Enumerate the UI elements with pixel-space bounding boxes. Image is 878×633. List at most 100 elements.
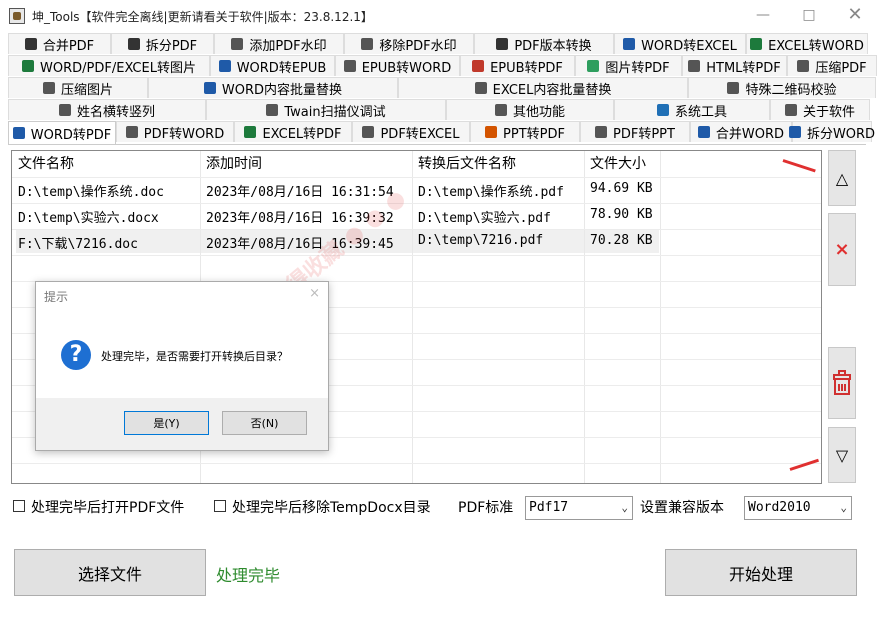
tab-row5-3[interactable]: PDF转EXCEL [352, 121, 470, 142]
tab-label: 拆分WORD [806, 126, 876, 142]
close-icon[interactable]: ✕ [832, 0, 878, 30]
tab-row3-2[interactable]: EXCEL内容批量替换 [398, 77, 688, 98]
tab-row4-3[interactable]: 系统工具 [614, 99, 770, 120]
column-header-output[interactable]: 转换后文件名称 [418, 153, 516, 173]
start-process-button[interactable]: 开始处理 [665, 549, 857, 596]
tab-row5-2[interactable]: EXCEL转PDF [234, 121, 352, 142]
tab-row2-4[interactable]: 图片转PDF [575, 55, 682, 76]
tab-row2-6[interactable]: 压缩PDF [787, 55, 877, 76]
tab-row2-0[interactable]: WORD/PDF/EXCEL转图片 [8, 55, 210, 76]
column-header-filename[interactable]: 文件名称 [18, 153, 74, 173]
tab-row3-3[interactable]: 特殊二维码校验 [688, 77, 876, 98]
table-cell-time[interactable]: 2023年/08月/16日 16:39:32 [206, 207, 394, 226]
tab-row3-1[interactable]: WORD内容批量替换 [148, 77, 398, 98]
tab-row1-3[interactable]: 移除PDF水印 [344, 33, 474, 54]
tab-row-2: WORD/PDF/EXCEL转图片 WORD转EPUB EPUB转WORD EPUB转… [8, 55, 877, 77]
tab-row5-6[interactable]: 合并WORD [690, 121, 792, 142]
tab-row5-4[interactable]: PPT转PDF [470, 121, 580, 142]
tab-row4-1[interactable]: Twain扫描仪调试 [206, 99, 446, 120]
remove-temp-checkbox[interactable] [214, 500, 226, 512]
pdf-merge-icon [24, 38, 37, 50]
ppt-pdf-icon [485, 126, 498, 138]
tab-label: EXCEL转WORD [768, 38, 864, 54]
tab-row2-5[interactable]: HTML转PDF [682, 55, 787, 76]
table-cell-filename[interactable]: F:\下载\7216.doc [18, 233, 138, 252]
gear-icon [656, 104, 669, 116]
tab-row2-1[interactable]: WORD转EPUB [210, 55, 335, 76]
table-cell-output[interactable]: D:\temp\操作系统.pdf [418, 181, 564, 200]
excel-pdf-icon [244, 126, 257, 138]
tab-row4-0[interactable]: 姓名横转竖列 [8, 99, 206, 120]
html-pdf-icon [688, 60, 701, 72]
tab-row2-3[interactable]: EPUB转PDF [460, 55, 575, 76]
row-divider [12, 463, 821, 464]
table-cell-size[interactable]: 78.90 KB [590, 207, 653, 222]
tab-row5-5[interactable]: PDF转PPT [580, 121, 690, 142]
tab-label: 压缩PDF [815, 60, 867, 76]
column-header-time[interactable]: 添加时间 [206, 153, 262, 173]
open-pdf-label[interactable]: 处理完毕后打开PDF文件 [31, 497, 184, 517]
clear-list-button[interactable] [828, 347, 856, 419]
tab-row4-4[interactable]: 关于软件 [770, 99, 870, 120]
open-pdf-checkbox[interactable] [13, 500, 25, 512]
column-header-size[interactable]: 文件大小 [590, 153, 646, 173]
table-cell-output[interactable]: D:\temp\实验六.pdf [418, 207, 551, 226]
tab-row1-6[interactable]: EXCEL转WORD [746, 33, 868, 54]
tab-row5-7[interactable]: 拆分WORD [788, 121, 876, 142]
delete-button[interactable]: × [828, 213, 856, 286]
title-bar: 坤_Tools【软件完全离线|更新请看关于软件|版本：23.8.12.1】 — … [0, 0, 878, 32]
table-cell-size[interactable]: 70.28 KB [590, 233, 653, 248]
tab-label: WORD/PDF/EXCEL转图片 [40, 60, 196, 76]
word-excel-icon [623, 38, 636, 50]
table-cell-filename[interactable]: D:\temp\操作系统.doc [18, 181, 164, 200]
tab-label: EXCEL内容批量替换 [492, 82, 612, 98]
tab-label: 拆分PDF [145, 38, 198, 54]
tab-label: 特殊二维码校验 [745, 82, 837, 98]
dialog-no-button[interactable]: 否(N) [222, 411, 307, 435]
tab-row1-4[interactable]: PDF版本转换 [474, 33, 614, 54]
qrcode-icon [727, 82, 740, 94]
compat-version-select[interactable]: Word2010 ⌄ [744, 496, 852, 520]
tab-label: PDF版本转换 [514, 38, 592, 54]
tab-row-4: 姓名横转竖列 Twain扫描仪调试 其他功能 系统工具 关于软件 [8, 99, 870, 121]
table-cell-time[interactable]: 2023年/08月/16日 16:39:45 [206, 233, 394, 252]
tab-row2-2[interactable]: EPUB转WORD [335, 55, 460, 76]
maximize-icon[interactable]: □ [786, 0, 832, 30]
tab-row-1: 合并PDF 拆分PDF 添加PDF水印 移除PDF水印 PDF版本转换 WORD转EXCE… [8, 33, 868, 55]
tab-row1-5[interactable]: WORD转EXCEL [614, 33, 746, 54]
tab-row1-0[interactable]: 合并PDF [8, 33, 111, 54]
tab-row5-0[interactable]: WORD转PDF [8, 121, 116, 144]
pdf-standard-value: Pdf17 [529, 500, 569, 515]
tab-label: 合并PDF [42, 38, 95, 54]
tab-row4-2[interactable]: 其他功能 [446, 99, 614, 120]
scanner-icon [266, 104, 279, 116]
dialog-close-icon[interactable]: × [309, 286, 320, 301]
tab-row1-2[interactable]: 添加PDF水印 [214, 33, 344, 54]
tab-label: WORD转PDF [30, 127, 112, 143]
tab-row-5: WORD转PDF PDF转WORD EXCEL转PDF PDF转EXCEL PPT转PD… [8, 121, 875, 144]
tab-label: 移除PDF水印 [379, 38, 457, 54]
tab-label: 关于软件 [802, 104, 855, 120]
table-cell-output[interactable]: D:\temp\7216.pdf [418, 233, 543, 248]
select-file-button[interactable]: 选择文件 [14, 549, 206, 596]
minimize-icon[interactable]: — [740, 0, 786, 30]
table-cell-time[interactable]: 2023年/08月/16日 16:31:54 [206, 181, 394, 200]
remove-temp-label[interactable]: 处理完毕后移除TempDocx目录 [232, 497, 431, 517]
tab-label: PDF转EXCEL [380, 126, 460, 142]
table-cell-size[interactable]: 94.69 KB [590, 181, 653, 196]
move-up-button[interactable]: △ [828, 150, 856, 206]
tab-row5-1[interactable]: PDF转WORD [116, 121, 234, 142]
column-divider [412, 151, 413, 483]
tab-row1-1[interactable]: 拆分PDF [111, 33, 214, 54]
function-tabs: 合并PDF 拆分PDF 添加PDF水印 移除PDF水印 PDF版本转换 WORD转EXCE… [8, 33, 877, 145]
tab-label: 系统工具 [674, 104, 727, 120]
table-cell-filename[interactable]: D:\temp\实验六.docx [18, 207, 159, 226]
pdf-standard-label: PDF标准 [458, 500, 514, 516]
row-divider [12, 177, 821, 178]
tab-row3-0[interactable]: 压缩图片 [8, 77, 148, 98]
dialog-yes-button[interactable]: 是(Y) [124, 411, 209, 435]
to-image-icon [22, 60, 35, 72]
pdf-standard-select[interactable]: Pdf17 ⌄ [525, 496, 633, 520]
epub-word-icon [343, 60, 356, 72]
move-down-button[interactable]: ▽ [828, 427, 856, 483]
